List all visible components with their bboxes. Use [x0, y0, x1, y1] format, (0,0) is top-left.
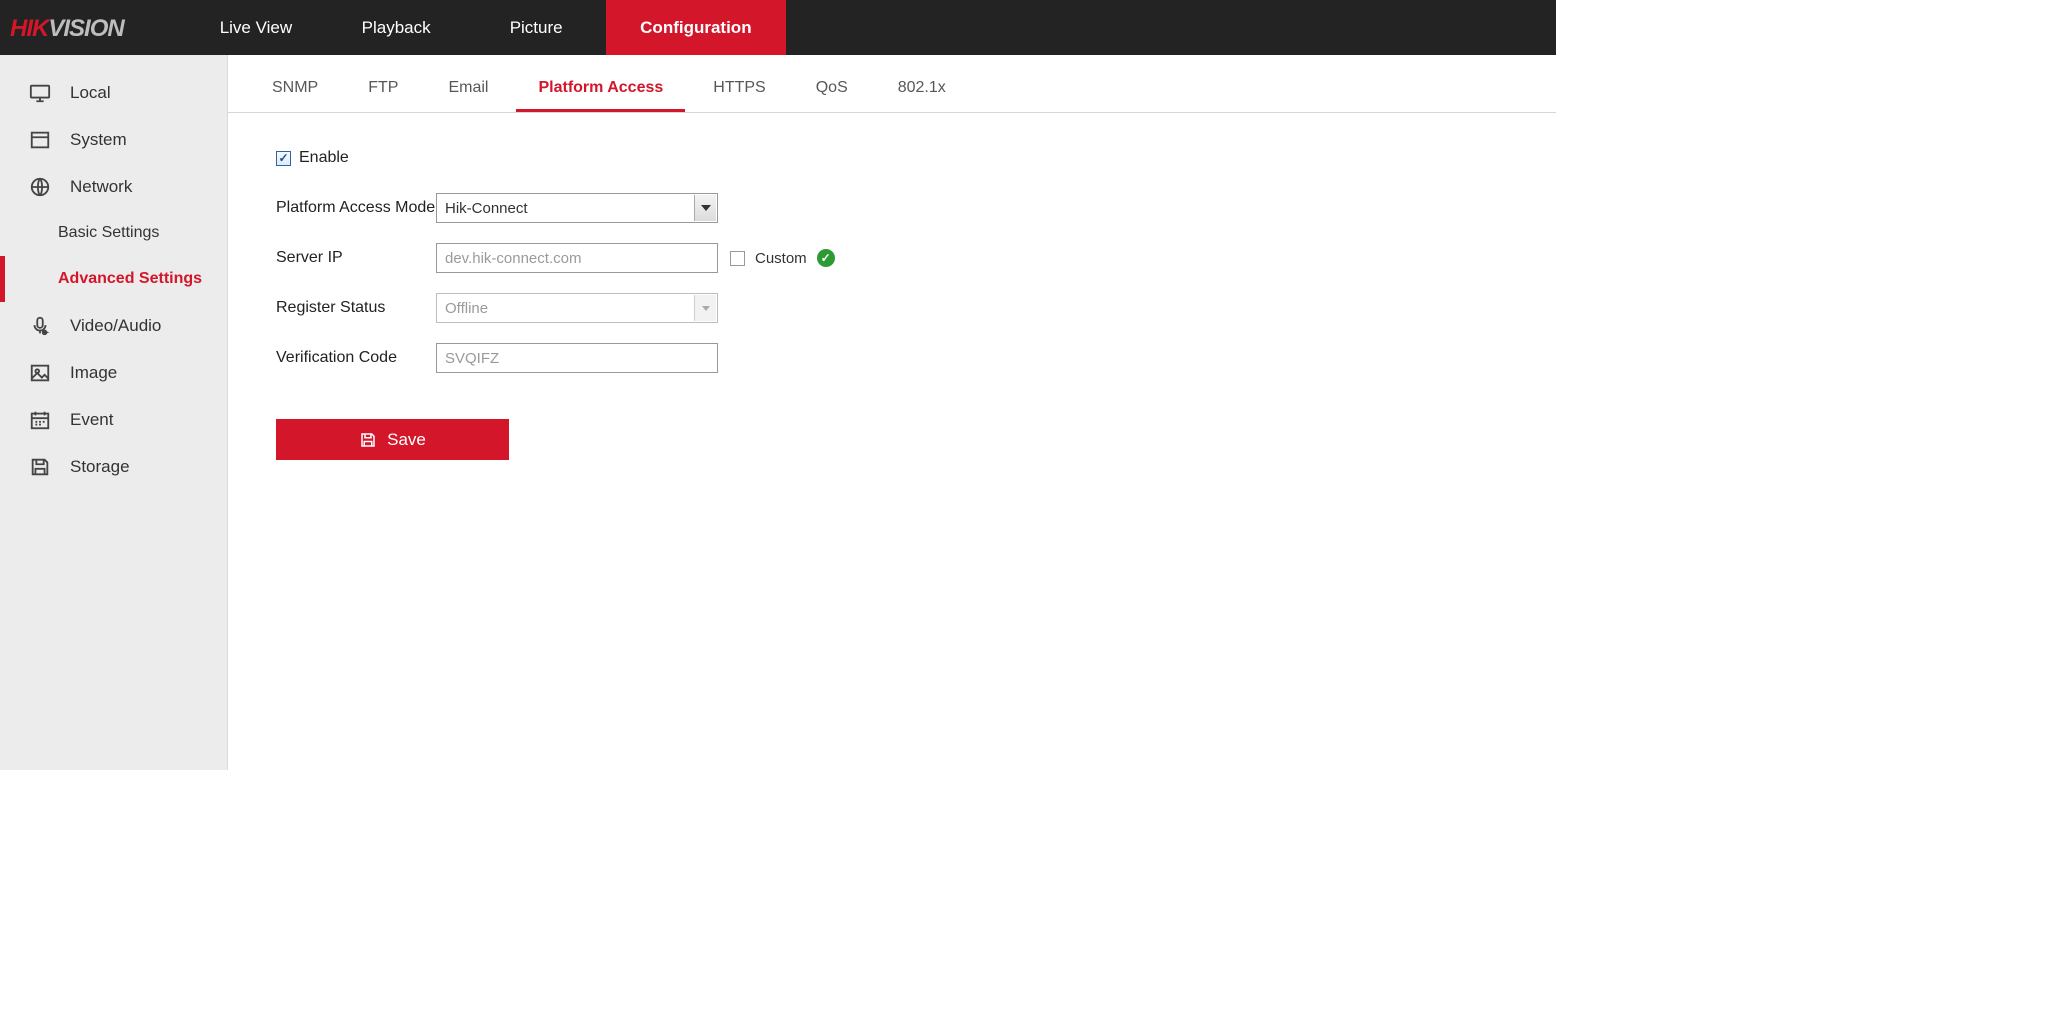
- save-icon: [359, 431, 377, 449]
- mode-label: Platform Access Mode: [276, 199, 436, 217]
- sidebar-item-storage[interactable]: Storage: [0, 443, 227, 490]
- save-button[interactable]: Save: [276, 419, 509, 460]
- top-nav: Live View Playback Picture Configuration: [146, 0, 1556, 55]
- enable-checkbox[interactable]: [276, 151, 291, 166]
- platform-access-form: Enable Platform Access Mode Hik-Connect …: [228, 113, 1556, 460]
- save-icon: [28, 455, 52, 479]
- subtab-qos[interactable]: QoS: [794, 71, 870, 112]
- subtab-https[interactable]: HTTPS: [691, 71, 787, 112]
- image-icon: [28, 361, 52, 385]
- code-label: Verification Code: [276, 349, 436, 367]
- top-bar: HIKVISION Live View Playback Picture Con…: [0, 0, 1556, 55]
- sidebar-item-label: System: [70, 130, 127, 150]
- sub-tabs: SNMP FTP Email Platform Access HTTPS QoS…: [228, 55, 1556, 113]
- server-ip-input[interactable]: dev.hik-connect.com: [436, 243, 718, 273]
- sidebar-item-label: Network: [70, 177, 132, 197]
- sidebar-item-image[interactable]: Image: [0, 349, 227, 396]
- verification-code-input[interactable]: SVQIFZ: [436, 343, 718, 373]
- brand-logo-part2: VISION: [48, 15, 123, 42]
- calendar-icon: [28, 408, 52, 432]
- sidebar-item-local[interactable]: Local: [0, 69, 227, 116]
- code-placeholder: SVQIFZ: [445, 350, 499, 367]
- subtab-email[interactable]: Email: [426, 71, 510, 112]
- server-label: Server IP: [276, 249, 436, 267]
- topnav-picture[interactable]: Picture: [466, 0, 606, 55]
- sidebar-item-network[interactable]: Network: [0, 163, 227, 210]
- sidebar-item-label: Event: [70, 410, 113, 430]
- status-value: Offline: [445, 300, 488, 317]
- brand-logo: HIKVISION: [0, 0, 146, 55]
- sidebar-sub-basic-settings[interactable]: Basic Settings: [0, 210, 227, 256]
- register-status-field: Offline: [436, 293, 718, 323]
- sidebar: Local System Network Basic Settings Adva…: [0, 55, 228, 770]
- dropdown-arrow-icon: [694, 295, 716, 321]
- sidebar-item-event[interactable]: Event: [0, 396, 227, 443]
- mic-icon: [28, 314, 52, 338]
- content-area: SNMP FTP Email Platform Access HTTPS QoS…: [228, 55, 1556, 770]
- enable-label: Enable: [299, 149, 349, 167]
- status-label: Register Status: [276, 299, 436, 317]
- sidebar-item-system[interactable]: System: [0, 116, 227, 163]
- custom-label: Custom: [755, 250, 807, 267]
- sidebar-item-label: Video/Audio: [70, 316, 161, 336]
- subtab-snmp[interactable]: SNMP: [250, 71, 340, 112]
- check-ok-icon: [817, 249, 835, 267]
- custom-checkbox[interactable]: [730, 251, 745, 266]
- sidebar-item-label: Storage: [70, 457, 130, 477]
- subtab-platform-access[interactable]: Platform Access: [516, 71, 685, 112]
- sidebar-item-label: Local: [70, 83, 111, 103]
- brand-logo-part1: HIK: [10, 15, 48, 42]
- mode-value: Hik-Connect: [445, 200, 528, 217]
- subtab-ftp[interactable]: FTP: [346, 71, 420, 112]
- topnav-live-view[interactable]: Live View: [186, 0, 326, 55]
- window-icon: [28, 128, 52, 152]
- sidebar-item-video-audio[interactable]: Video/Audio: [0, 302, 227, 349]
- topnav-configuration[interactable]: Configuration: [606, 0, 785, 55]
- sidebar-item-label: Image: [70, 363, 117, 383]
- monitor-icon: [28, 81, 52, 105]
- dropdown-arrow-icon: [694, 195, 716, 221]
- subtab-8021x[interactable]: 802.1x: [876, 71, 968, 112]
- server-placeholder: dev.hik-connect.com: [445, 250, 581, 267]
- globe-icon: [28, 175, 52, 199]
- topnav-playback[interactable]: Playback: [326, 0, 466, 55]
- sidebar-sub-advanced-settings[interactable]: Advanced Settings: [0, 256, 227, 302]
- save-button-label: Save: [387, 430, 426, 450]
- mode-select[interactable]: Hik-Connect: [436, 193, 718, 223]
